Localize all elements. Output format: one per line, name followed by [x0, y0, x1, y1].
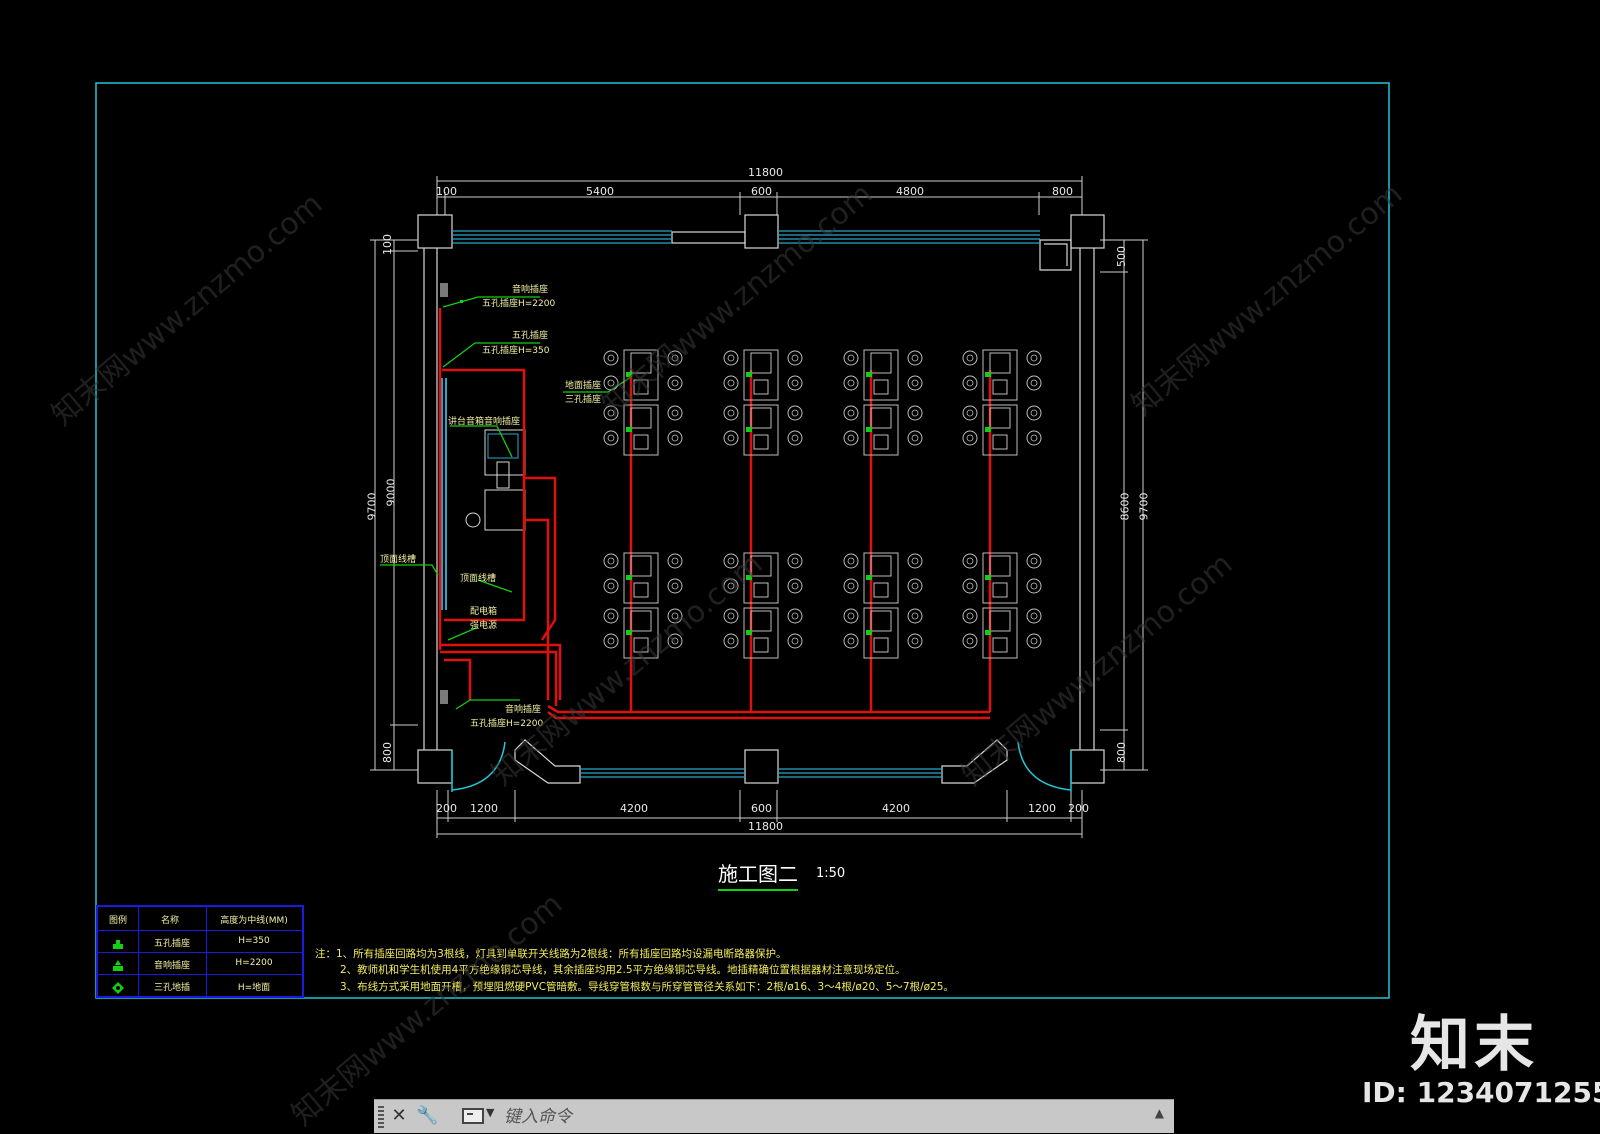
dim-top-total: 11800	[748, 166, 783, 179]
chevron-down-icon[interactable]: ▼	[486, 1106, 494, 1119]
callout-socket-h350: 五孔插座H=350	[482, 346, 550, 356]
dim-bottom-4: 600	[751, 802, 772, 815]
teacher-podium	[465, 429, 526, 531]
dim-bottom-2: 1200	[470, 802, 498, 815]
legend-header-height: 高度为中线(MM)	[220, 916, 288, 926]
cad-canvas[interactable]: 11800 100 5400 600 4800 800 200 1200 420…	[0, 0, 1600, 1133]
dim-right-1: 500	[1115, 246, 1128, 267]
dim-right-2: 9700	[1137, 492, 1151, 521]
legend-row-1-height: H=350	[238, 936, 270, 946]
command-prompt-icon[interactable]	[462, 1108, 484, 1124]
dim-right-4: 800	[1115, 742, 1128, 763]
dim-bottom-3: 4200	[620, 802, 648, 815]
dim-top-2: 5400	[586, 185, 614, 198]
close-icon[interactable]: ✕	[388, 1104, 410, 1128]
legend-row-3-height: H=地面	[237, 983, 271, 993]
callout-leaders	[380, 296, 632, 710]
five-hole-socket-icon	[112, 935, 124, 949]
callout-power-source: 强电源	[470, 621, 498, 631]
asset-id: ID: 1234071255	[1362, 1076, 1600, 1109]
legend-row-3-name: 三孔地插	[153, 983, 190, 993]
callout-distribution-box: 配电箱	[470, 607, 498, 617]
note-line-2: 2、教师机和学生机使用4平方绝缘铜芯导线，其余插座均用2.5平方绝缘铜芯导线。地…	[340, 964, 906, 976]
dim-bottom-total: 11800	[748, 820, 783, 833]
callout-five-hole-socket: 五孔插座	[512, 331, 549, 341]
dim-top-3: 600	[751, 185, 772, 198]
legend-header-icon: 图例	[108, 916, 127, 926]
blackboard	[441, 378, 447, 610]
dim-bottom-6: 1200	[1028, 802, 1056, 815]
dim-left-3: 9000	[384, 478, 398, 507]
floor-socket-icon	[112, 979, 124, 994]
dim-bottom-1: 200	[436, 802, 457, 815]
callout-audio-socket-top: 音响插座	[512, 285, 549, 295]
legend-row-2-height: H=2200	[235, 958, 273, 968]
legend-header-row: 图例 名称 高度为中线(MM)	[98, 907, 302, 931]
drawing-title: 施工图二	[718, 858, 798, 891]
drawing-scale: 1:50	[816, 866, 846, 881]
dim-left-1: 100	[381, 234, 394, 255]
dim-top-5: 800	[1052, 185, 1073, 198]
dim-top-4: 4800	[896, 185, 924, 198]
dim-top-1: 100	[436, 185, 457, 198]
callout-podium-audio: 讲台音箱音响插座	[448, 417, 521, 427]
chevron-up-icon[interactable]: ▲	[1155, 1106, 1164, 1120]
command-input[interactable]	[502, 1104, 1136, 1130]
callout-socket-h2200-top: 五孔插座H=2200	[482, 299, 556, 309]
dim-left-2: 9700	[365, 492, 379, 521]
brand-logo: 知末	[1410, 1010, 1538, 1080]
customize-wrench-icon[interactable]: 🔧	[416, 1104, 438, 1128]
callout-ceiling-trunk: 顶面线槽	[460, 574, 497, 584]
legend-header-name: 名称	[160, 916, 179, 926]
electrical-wiring	[438, 308, 992, 720]
legend-table: 图例 名称 高度为中线(MM) 五孔插座 H=350 音响插座 H=2200 三…	[96, 905, 304, 998]
drag-handle[interactable]	[378, 1106, 384, 1128]
callout-ceiling-trunk-left: 顶面线槽	[380, 555, 417, 565]
legend-row-1-name: 五孔插座	[153, 939, 190, 949]
dim-bottom-7: 200	[1068, 802, 1089, 815]
command-line-bar: ✕ 🔧 ▼ ▲	[374, 1099, 1174, 1133]
audio-socket-icon	[112, 957, 124, 971]
dim-bottom-5: 4200	[882, 802, 910, 815]
dim-left-4: 800	[381, 742, 394, 763]
legend-row-2-name: 音响插座	[153, 961, 190, 971]
wall-sockets	[440, 283, 463, 704]
note-line-1: 注：1、所有插座回路均为3根线，灯具到单联开关线路为2根线：所有插座回路均设漏电…	[315, 948, 787, 960]
dim-right-3: 8600	[1118, 492, 1132, 521]
